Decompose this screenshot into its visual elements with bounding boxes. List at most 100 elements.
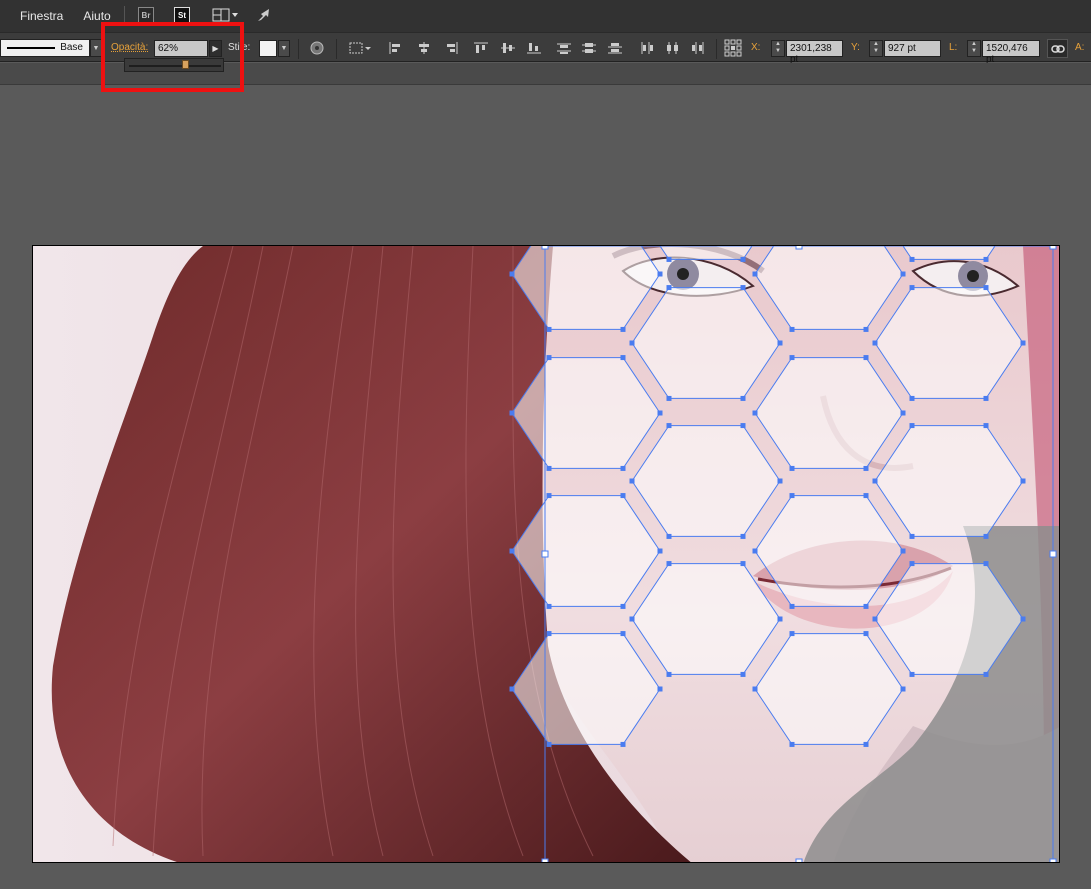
- menu-aiuto[interactable]: Aiuto: [83, 9, 110, 23]
- transform-icon[interactable]: [348, 41, 372, 55]
- anchor-point[interactable]: [909, 423, 915, 429]
- anchor-point[interactable]: [1020, 616, 1026, 622]
- link-icon[interactable]: [1047, 39, 1068, 58]
- anchor-point[interactable]: [546, 493, 552, 499]
- stroke-profile-select[interactable]: Base: [0, 39, 90, 57]
- anchor-point[interactable]: [863, 326, 869, 332]
- anchor-point[interactable]: [863, 741, 869, 747]
- anchor-point[interactable]: [629, 616, 635, 622]
- anchor-point[interactable]: [863, 493, 869, 499]
- anchor-point[interactable]: [872, 340, 878, 346]
- align-hcenter-icon[interactable]: [416, 41, 432, 55]
- anchor-point[interactable]: [983, 285, 989, 291]
- align-top-icon[interactable]: [473, 41, 489, 55]
- anchor-point[interactable]: [657, 548, 663, 554]
- anchor-point[interactable]: [777, 616, 783, 622]
- anchor-point[interactable]: [546, 326, 552, 332]
- anchor-point[interactable]: [909, 671, 915, 677]
- anchor-point[interactable]: [1020, 478, 1026, 484]
- y-stepper[interactable]: ▲ ▼: [869, 40, 883, 57]
- anchor-point[interactable]: [789, 493, 795, 499]
- anchor-point[interactable]: [620, 603, 626, 609]
- width-input[interactable]: 1520,476 pt: [982, 40, 1040, 65]
- anchor-point[interactable]: [620, 741, 626, 747]
- distribute-hcenter-icon[interactable]: [665, 41, 681, 55]
- resize-handle[interactable]: [1049, 246, 1057, 250]
- anchor-point[interactable]: [657, 271, 663, 277]
- x-input[interactable]: 2301,238 pt: [786, 40, 843, 65]
- distribute-right-icon[interactable]: [690, 41, 706, 55]
- anchor-point[interactable]: [740, 256, 746, 262]
- anchor-point[interactable]: [620, 493, 626, 499]
- anchor-point[interactable]: [900, 686, 906, 692]
- anchor-point[interactable]: [752, 271, 758, 277]
- anchor-point[interactable]: [1020, 340, 1026, 346]
- distribute-top-icon[interactable]: [556, 41, 572, 55]
- style-dropdown-button[interactable]: ▼: [278, 40, 290, 57]
- resize-handle[interactable]: [795, 246, 803, 250]
- anchor-point[interactable]: [509, 686, 515, 692]
- align-bottom-icon[interactable]: [526, 41, 542, 55]
- align-left-icon[interactable]: [388, 41, 404, 55]
- align-vcenter-icon[interactable]: [500, 41, 516, 55]
- anchor-point[interactable]: [909, 561, 915, 567]
- anchor-point[interactable]: [909, 395, 915, 401]
- resize-handle[interactable]: [1049, 550, 1057, 558]
- anchor-point[interactable]: [666, 671, 672, 677]
- anchor-point[interactable]: [657, 686, 663, 692]
- resize-handle[interactable]: [541, 858, 549, 863]
- distribute-bottom-icon[interactable]: [607, 41, 623, 55]
- rocket-icon[interactable]: [255, 7, 275, 23]
- anchor-point[interactable]: [983, 561, 989, 567]
- distribute-left-icon[interactable]: [639, 41, 655, 55]
- anchor-point[interactable]: [546, 465, 552, 471]
- anchor-point[interactable]: [983, 533, 989, 539]
- anchor-point[interactable]: [789, 631, 795, 637]
- anchor-point[interactable]: [752, 548, 758, 554]
- anchor-point[interactable]: [789, 741, 795, 747]
- y-input[interactable]: 927 pt: [884, 40, 941, 57]
- anchor-point[interactable]: [863, 631, 869, 637]
- anchor-point[interactable]: [666, 423, 672, 429]
- anchor-point[interactable]: [789, 465, 795, 471]
- anchor-point[interactable]: [872, 616, 878, 622]
- anchor-point[interactable]: [740, 533, 746, 539]
- anchor-point[interactable]: [546, 741, 552, 747]
- anchor-point[interactable]: [789, 355, 795, 361]
- anchor-point[interactable]: [900, 548, 906, 554]
- distribute-vcenter-icon[interactable]: [581, 41, 597, 55]
- recolor-icon[interactable]: [309, 41, 325, 55]
- anchor-point[interactable]: [752, 410, 758, 416]
- anchor-point[interactable]: [909, 533, 915, 539]
- anchor-point[interactable]: [789, 326, 795, 332]
- anchor-point[interactable]: [666, 533, 672, 539]
- anchor-point[interactable]: [740, 285, 746, 291]
- anchor-point[interactable]: [620, 355, 626, 361]
- anchor-point[interactable]: [666, 561, 672, 567]
- anchor-point[interactable]: [909, 285, 915, 291]
- bridge-icon[interactable]: Br: [138, 7, 154, 23]
- anchor-point[interactable]: [777, 340, 783, 346]
- style-swatch[interactable]: [259, 40, 277, 57]
- anchor-point[interactable]: [629, 478, 635, 484]
- anchor-point[interactable]: [983, 395, 989, 401]
- anchor-point[interactable]: [509, 548, 515, 554]
- resize-handle[interactable]: [541, 246, 549, 250]
- anchor-point[interactable]: [789, 603, 795, 609]
- resize-handle[interactable]: [541, 550, 549, 558]
- anchor-point[interactable]: [777, 478, 783, 484]
- align-right-icon[interactable]: [443, 41, 459, 55]
- menu-finestra[interactable]: Finestra: [20, 9, 63, 23]
- anchor-point[interactable]: [863, 465, 869, 471]
- anchor-point[interactable]: [983, 256, 989, 262]
- anchor-point[interactable]: [909, 256, 915, 262]
- anchor-point[interactable]: [620, 465, 626, 471]
- stock-icon[interactable]: St: [174, 7, 190, 23]
- anchor-point[interactable]: [546, 603, 552, 609]
- resize-handle[interactable]: [1049, 858, 1057, 863]
- anchor-point[interactable]: [863, 355, 869, 361]
- anchor-point[interactable]: [872, 478, 878, 484]
- anchor-point[interactable]: [620, 631, 626, 637]
- anchor-point[interactable]: [900, 410, 906, 416]
- anchor-point[interactable]: [546, 355, 552, 361]
